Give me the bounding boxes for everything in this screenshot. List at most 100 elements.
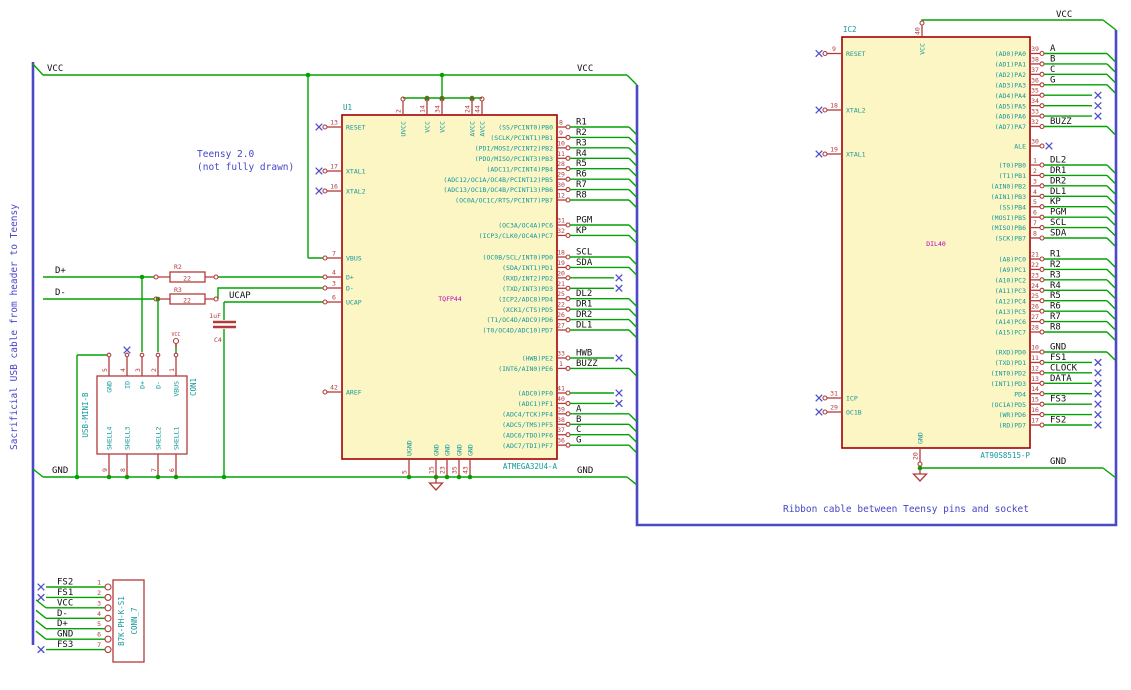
svg-text:5: 5 [1033,198,1037,206]
net-label-gnd-mid[interactable]: GND [577,466,593,476]
svg-text:2: 2 [395,109,403,113]
svg-text:(A10)PC2: (A10)PC2 [995,276,1026,284]
svg-text:(SDA/INT1)PD1: (SDA/INT1)PD1 [502,264,553,272]
svg-text:(A12)PC4: (A12)PC4 [995,297,1026,305]
net-label-dminus[interactable]: D- [55,288,66,298]
ic2-symbol[interactable]: IC2 AT90S8515-P DIL40 9 RESET 18 XTAL2 1… [815,20,1116,467]
svg-text:R7: R7 [576,180,587,190]
svg-text:(RXD/INT2)PD2: (RXD/INT2)PD2 [502,274,553,282]
conn7-symbol[interactable]: B7K-PH-K-S1 CONN_7 FS2 1 FS1 2 VCC 3 D- … [35,578,145,663]
svg-text:(AD7)PA7: (AD7)PA7 [995,123,1026,131]
svg-text:24: 24 [464,105,472,113]
schematic-canvas[interactable]: VCC VCC GND GND D+ D- UCAP VCC GND Sacri… [0,0,1131,690]
svg-text:34: 34 [1031,97,1039,105]
svg-text:SDA: SDA [1050,229,1067,239]
svg-text:FS2: FS2 [57,578,73,588]
con1-pin-gnd[interactable]: 5 GND [101,352,114,393]
svg-text:15: 15 [428,466,436,474]
ic2-ref: IC2 [843,25,857,34]
svg-text:6: 6 [97,631,101,639]
svg-text:25: 25 [1031,292,1039,300]
svg-text:27: 27 [1031,313,1039,321]
resistor-r3[interactable]: R3 22 [153,286,219,305]
ground-symbol-u1[interactable] [428,478,444,491]
vcc-power-flag[interactable]: VCC [171,332,181,348]
svg-text:3: 3 [332,280,336,288]
svg-text:(PDO/MISO/PCINT3)PB3: (PDO/MISO/PCINT3)PB3 [475,155,553,163]
svg-text:FS3: FS3 [57,640,73,650]
svg-text:D-: D- [155,381,163,389]
svg-text:SHELL2: SHELL2 [155,426,163,450]
svg-text:16: 16 [1031,406,1039,414]
svg-text:37: 37 [1031,66,1039,74]
conn7-value: B7K-PH-K-S1 [117,596,126,646]
capacitor-c4[interactable]: 1uF C4 [209,312,236,344]
svg-text:(AD0)PA0: (AD0)PA0 [995,50,1026,58]
svg-text:AVCC: AVCC [469,121,477,137]
svg-text:FS1: FS1 [1050,353,1066,363]
svg-text:42: 42 [330,384,338,392]
svg-text:(TXD/INT3)PD3: (TXD/INT3)PD3 [502,285,553,293]
u1-package: TQFP44 [438,295,462,303]
svg-text:19: 19 [830,146,838,154]
con1-pin-shell1[interactable]: 6 SHELL1 [168,426,181,476]
svg-text:8: 8 [559,119,563,127]
net-label-ucap[interactable]: UCAP [229,291,251,301]
note-teensy-line1: Teensy 2.0 [197,149,254,160]
svg-text:B: B [1050,54,1055,64]
svg-text:26: 26 [557,311,565,319]
net-label-gnd-right[interactable]: GND [1050,457,1066,467]
svg-text:(AD2)PA2: (AD2)PA2 [995,71,1026,79]
note-ribbon: Ribbon cable between Teensy pins and soc… [783,504,1029,515]
net-label-vcc-right[interactable]: VCC [1056,10,1072,20]
svg-text:11: 11 [557,150,565,158]
svg-text:17: 17 [1031,417,1039,425]
con1-pin-vbus[interactable]: 1 VBUS [168,352,181,397]
svg-text:9: 9 [832,45,836,53]
con1-value: USB-MINI-B [81,392,90,438]
svg-text:30: 30 [1031,138,1039,146]
con1-pin-dplus[interactable]: 3 D+ [134,352,147,389]
u1-symbol[interactable]: U1 ATMEGA32U4-A TQFP44 13 RESET 17 XTAL1… [315,96,638,476]
svg-text:3: 3 [134,368,142,372]
svg-text:R5: R5 [1050,291,1061,301]
svg-text:(TXD)PD1: (TXD)PD1 [995,359,1026,367]
con1-pin-shell2[interactable]: 7 SHELL2 [150,426,163,476]
svg-text:(SCK)PB7: (SCK)PB7 [995,235,1026,243]
svg-text:DL1: DL1 [1050,187,1066,197]
svg-text:BUZZ: BUZZ [576,359,598,369]
svg-text:5: 5 [97,620,101,628]
svg-text:15: 15 [1031,396,1039,404]
net-label-vcc-left[interactable]: VCC [47,64,63,74]
con1-pin-dminus[interactable]: 2 D- [150,352,163,389]
con1-ref: CON1 [189,378,198,396]
con1-pin-id[interactable]: 4 ID [119,346,132,389]
svg-text:R1: R1 [1050,250,1061,260]
svg-text:29: 29 [557,171,565,179]
svg-text:SHELL1: SHELL1 [173,426,181,450]
svg-text:2: 2 [97,589,101,597]
svg-text:R6: R6 [576,170,587,180]
ground-symbol-ic2[interactable] [912,469,928,482]
svg-text:R5: R5 [576,159,587,169]
svg-text:(T0)PB0: (T0)PB0 [999,162,1026,170]
svg-text:(T1)PB1: (T1)PB1 [999,172,1026,180]
c4-value: 1uF [209,312,221,320]
svg-text:GND: GND [433,444,441,456]
conn7-pin-row[interactable]: FS3 7 [37,640,112,654]
svg-text:(A13)PC5: (A13)PC5 [995,308,1026,316]
con1-pin-shell3[interactable]: 8 SHELL3 [119,426,132,476]
svg-text:9: 9 [101,468,109,472]
resistor-r2[interactable]: R2 22 [153,263,219,283]
svg-text:34: 34 [434,105,442,113]
svg-text:ALE: ALE [1014,143,1026,151]
svg-text:B: B [576,415,581,425]
svg-text:(SCLK/PCINT1)PB1: (SCLK/PCINT1)PB1 [490,134,553,142]
svg-text:(ADC12/OC1A/OC4B/PCINT12)PB5: (ADC12/OC1A/OC4B/PCINT12)PB5 [443,176,553,184]
net-label-vcc-mid[interactable]: VCC [577,64,593,74]
net-label-dplus[interactable]: D+ [55,266,66,276]
con1-pin-shell4[interactable]: 9 SHELL4 [101,426,114,476]
svg-text:(ICP3/CLK0/OC4A)PC7: (ICP3/CLK0/OC4A)PC7 [479,232,553,240]
net-label-gnd-left[interactable]: GND [52,466,68,476]
con1-symbol[interactable]: USB-MINI-B CON1 5 GND 4 ID 3 D+ 2 D- 1 V… [81,332,198,476]
